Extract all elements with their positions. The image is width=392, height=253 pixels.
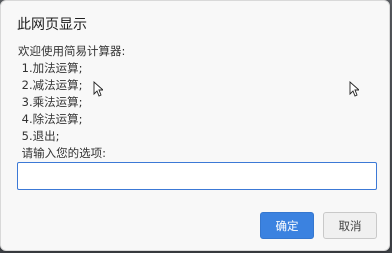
prompt-dialog: 此网页显示 欢迎使用简易计算器: 1.加法运算; 2.减法运算; 3.乘法运算;…	[0, 0, 390, 251]
dialog-message: 欢迎使用简易计算器: 1.加法运算; 2.减法运算; 3.乘法运算; 4.除法运…	[18, 43, 125, 162]
dialog-title: 此网页显示	[17, 17, 87, 33]
message-line: 1.加法运算;	[18, 61, 83, 75]
prompt-input[interactable]	[17, 162, 377, 190]
ok-button[interactable]: 确定	[260, 212, 314, 239]
message-line: 5.退出;	[18, 129, 60, 143]
mouse-pointer-icon	[349, 81, 359, 97]
mouse-pointer-icon	[93, 81, 103, 97]
message-line: 3.乘法运算;	[18, 95, 83, 109]
message-line: 欢迎使用简易计算器:	[18, 44, 126, 58]
message-line: 4.除法运算;	[18, 112, 83, 126]
message-line: 2.减法运算;	[18, 78, 83, 92]
message-line: 请输入您的选项:	[18, 146, 107, 160]
cancel-button[interactable]: 取消	[323, 212, 377, 239]
